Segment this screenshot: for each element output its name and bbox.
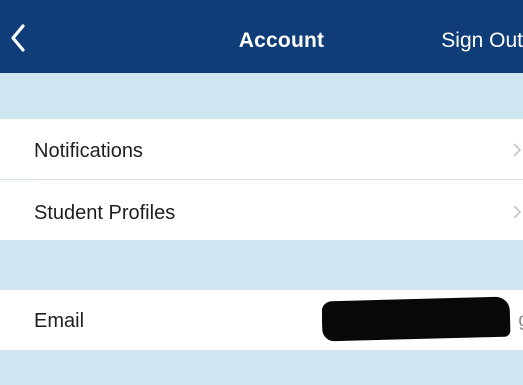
email-value-text: g: [518, 309, 523, 333]
section-spacer-middle: [0, 240, 523, 290]
email-label: Email: [34, 310, 85, 332]
settings-row-student-profiles[interactable]: Student Profiles: [0, 180, 523, 240]
email-value: g: [322, 290, 523, 350]
chevron-right-icon: [511, 205, 523, 219]
notifications-label: Notifications: [34, 140, 143, 162]
settings-row-notifications[interactable]: Notifications: [0, 119, 523, 179]
chevron-right-icon: [511, 143, 523, 157]
page-title-text: Account: [238, 29, 325, 52]
sign-out-button[interactable]: Sign Out: [441, 28, 523, 54]
student-profiles-label: Student Profiles: [34, 202, 176, 224]
section-spacer-top: [0, 73, 523, 119]
section-spacer-bottom: [0, 350, 523, 385]
nav-bar: Account Sign Out: [0, 0, 523, 73]
settings-row-email[interactable]: Email g: [0, 290, 523, 350]
redaction-mark: [322, 296, 511, 342]
